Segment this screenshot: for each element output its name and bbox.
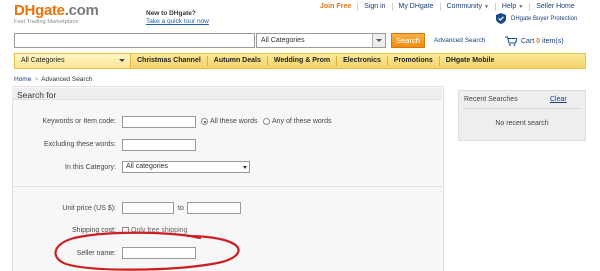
quick-tour-link[interactable]: Take a quick tour now: [146, 18, 209, 26]
category-select-value: All categories: [126, 163, 169, 170]
breadcrumb-separator: >: [34, 76, 39, 83]
chevron-down-icon: ▼: [483, 4, 489, 10]
dhgate-logo[interactable]: DHgate.com Fast Trading Marketplace: [14, 2, 139, 28]
logo-gate-text: gate: [35, 2, 65, 19]
free-shipping-checkbox[interactable]: [122, 227, 129, 234]
recent-searches-title: Recent Searches: [464, 96, 518, 103]
search-input[interactable]: [14, 33, 255, 48]
breadcrumb-home[interactable]: Home: [14, 76, 31, 83]
buyer-protection-link[interactable]: DHgate Buyer Protection: [496, 13, 577, 24]
top-links: Join Free Sign in My DHgate Community ▼ H…: [312, 2, 581, 12]
section-divider: [14, 186, 441, 187]
cart-link[interactable]: Cart 0 item(s): [505, 36, 564, 46]
shield-icon: [496, 13, 506, 24]
clear-recent-link[interactable]: Clear: [550, 96, 567, 103]
all-categories-label: All Categories: [21, 57, 65, 64]
community-menu[interactable]: Community ▼: [439, 3, 495, 11]
sign-in-link[interactable]: Sign in: [357, 3, 391, 11]
chevron-down-icon: [243, 166, 247, 169]
new-to-dhgate: New to DHgate? Take a quick tour now: [146, 10, 209, 26]
nav-dhgate-mobile[interactable]: DHgate Mobile: [440, 56, 501, 66]
breadcrumb-current: Advanced Search: [41, 76, 93, 83]
excluding-label: Excluding these words:: [44, 141, 116, 148]
chevron-down-icon: ▼: [518, 4, 524, 10]
category-navbar: All Categories Christmas Channel Autumn …: [14, 53, 586, 69]
any-words-radio[interactable]: [263, 118, 270, 125]
join-free-link[interactable]: Join Free: [312, 3, 357, 11]
cart-suffix: item(s): [542, 37, 564, 45]
search-category-select[interactable]: All Categories: [256, 33, 386, 48]
search-category-value: All Categories: [261, 37, 305, 44]
seller-name-label: Seller name:: [76, 250, 116, 257]
advanced-search-link[interactable]: Advanced Search: [434, 37, 485, 44]
nav-wedding-prom[interactable]: Wedding & Prom: [268, 56, 338, 66]
all-words-radio[interactable]: [201, 118, 208, 125]
new-to-title: New to DHgate?: [146, 10, 196, 17]
category-label: In this Category:: [65, 164, 116, 171]
all-words-label: All these words: [210, 118, 258, 125]
keywords-input[interactable]: [122, 116, 196, 128]
chevron-down-icon: [119, 59, 125, 62]
help-menu[interactable]: Help ▼: [494, 3, 529, 11]
nav-autumn-deals[interactable]: Autumn Deals: [208, 56, 268, 66]
chevron-down-icon: [372, 34, 385, 47]
advanced-search-panel: [12, 86, 444, 271]
nav-electronics[interactable]: Electronics: [337, 56, 388, 66]
cart-icon: [505, 36, 517, 46]
any-words-label: Any of these words: [272, 118, 332, 125]
free-shipping-label: Only free shipping: [131, 227, 188, 234]
unit-price-label: Unit price (US $):: [62, 205, 116, 212]
excluding-input[interactable]: [122, 139, 196, 151]
cart-label: Cart: [521, 37, 535, 45]
logo-dh-text: DH: [14, 2, 36, 19]
my-dhgate-link[interactable]: My DHgate: [391, 3, 440, 11]
shipping-cost-label: Shipping cost:: [72, 227, 116, 234]
price-to-label: to: [178, 205, 184, 212]
seller-home-link[interactable]: Seller Home: [529, 3, 581, 11]
breadcrumb: Home > Advanced Search: [14, 76, 92, 83]
recent-divider: [463, 108, 581, 109]
keywords-label: Keywords or Item code:: [42, 118, 116, 125]
seller-name-input[interactable]: [122, 247, 196, 259]
help-label: Help: [501, 3, 517, 10]
search-for-title: Search for: [17, 90, 57, 100]
logo-com-text: .com: [64, 2, 99, 19]
buyer-protection-label: DHgate Buyer Protection: [511, 15, 578, 22]
price-from-input[interactable]: [122, 202, 174, 214]
nav-promotions[interactable]: Promotions: [388, 56, 440, 66]
logo-tagline: Fast Trading Marketplace: [14, 19, 79, 25]
community-label: Community: [446, 3, 482, 10]
category-select[interactable]: All categories: [122, 161, 250, 173]
all-categories-menu[interactable]: All Categories: [15, 54, 131, 68]
cart-count: 0: [536, 37, 541, 45]
nav-christmas-channel[interactable]: Christmas Channel: [131, 56, 208, 66]
price-to-input[interactable]: [187, 202, 241, 214]
search-button[interactable]: Search: [391, 33, 425, 48]
no-recent-search-text: No recent search: [495, 120, 549, 127]
panel-header-bar: [12, 88, 442, 100]
